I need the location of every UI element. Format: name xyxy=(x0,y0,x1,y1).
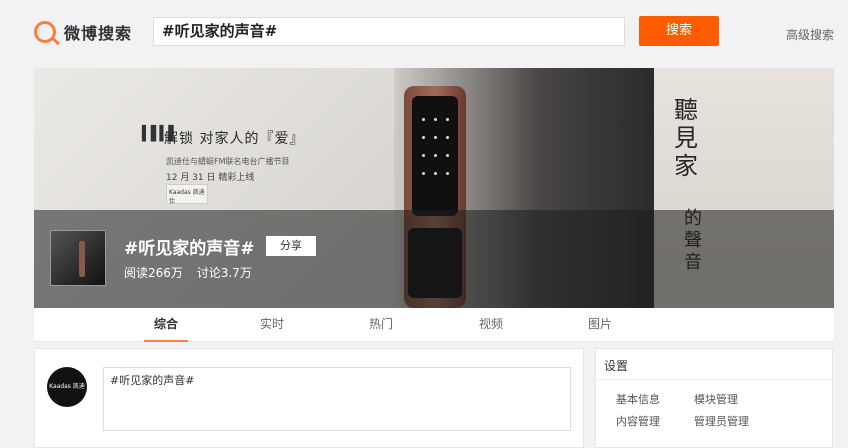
key-dot xyxy=(434,172,437,175)
thumbnail-lock-shape xyxy=(79,241,85,277)
lock-keypad xyxy=(412,96,458,216)
key-dot xyxy=(446,136,449,139)
banner-subline-2: 12 月 31 日 精彩上线 xyxy=(166,173,255,183)
topic-stats: 阅读266万 讨论3.7万 xyxy=(124,264,262,281)
tab-images[interactable]: 图片 xyxy=(578,308,622,342)
vertical-title-char: 家 xyxy=(674,152,698,180)
share-button[interactable]: 分享 xyxy=(266,236,316,256)
topic-banner: ▍▌▍▌ 解锁 对家人的『爱』 凯迪仕与蜻蜓FM联名电台广播节目 12 月 31… xyxy=(34,68,834,308)
settings-link-module-management[interactable]: 模块管理 xyxy=(694,391,738,407)
vertical-title-char: 聽 xyxy=(674,96,698,124)
advanced-search-link[interactable]: 高级搜索 xyxy=(786,26,834,43)
avatar[interactable]: Kaadas 凯迪仕 xyxy=(47,367,87,430)
key-dot xyxy=(434,154,437,157)
key-dot xyxy=(434,136,437,139)
banner-slogan: 解锁 对家人的『爱』 xyxy=(164,131,305,147)
post-composer: Kaadas 凯迪仕 #听见家的声音# xyxy=(34,348,584,448)
key-dot xyxy=(446,172,449,175)
topic-info-overlay: #听见家的声音# 分享 阅读266万 讨论3.7万 xyxy=(34,210,834,308)
key-dot xyxy=(422,154,425,157)
key-dot xyxy=(422,136,425,139)
search-input[interactable]: #听见家的声音# xyxy=(153,17,625,46)
vertical-title: 聽 見 家 xyxy=(674,96,714,180)
settings-link-content-management[interactable]: 内容管理 xyxy=(616,413,660,429)
key-dot xyxy=(446,118,449,121)
tab-video[interactable]: 视频 xyxy=(469,308,513,342)
vertical-title-char: 見 xyxy=(674,124,698,152)
settings-link-admin-management[interactable]: 管理员管理 xyxy=(694,413,749,429)
read-count: 阅读266万 xyxy=(124,266,183,280)
header: 微博搜索 #听见家的声音# 搜索 高级搜索 xyxy=(0,0,848,62)
key-dot xyxy=(422,118,425,121)
topic-title: #听见家的声音# xyxy=(124,239,255,259)
divider xyxy=(596,379,832,380)
discussion-count: 讨论3.7万 xyxy=(196,266,252,280)
topic-thumbnail xyxy=(50,230,106,286)
tab-realtime[interactable]: 实时 xyxy=(250,308,294,342)
tab-hot[interactable]: 热门 xyxy=(359,308,403,342)
brand-tag: Kaadas 凯迪仕 xyxy=(166,184,208,205)
tab-comprehensive[interactable]: 综合 xyxy=(144,308,188,342)
settings-panel: 设置 基本信息 模块管理 内容管理 管理员管理 xyxy=(595,348,833,448)
logo-text: 微博搜索 xyxy=(64,24,133,43)
key-dot xyxy=(422,172,425,175)
key-dot xyxy=(434,118,437,121)
post-textarea[interactable]: #听见家的声音# xyxy=(103,367,571,431)
result-tabs: 综合 实时 热门 视频 图片 xyxy=(34,308,834,342)
weibo-search-logo[interactable]: 微博搜索 xyxy=(34,20,132,44)
search-logo-icon xyxy=(34,21,56,43)
banner-subline-1: 凯迪仕与蜻蜓FM联名电台广播节目 xyxy=(166,157,290,166)
search-button[interactable]: 搜索 xyxy=(639,16,719,46)
settings-title: 设置 xyxy=(604,359,629,373)
key-dot xyxy=(446,154,449,157)
settings-link-basic-info[interactable]: 基本信息 xyxy=(616,391,660,407)
